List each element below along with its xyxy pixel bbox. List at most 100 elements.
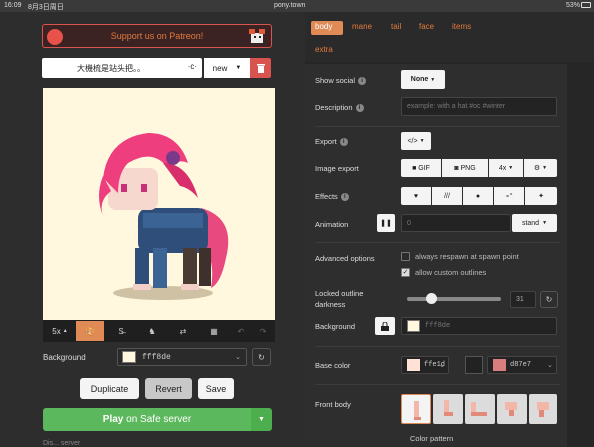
info-icon[interactable]: i [339,138,348,147]
info-icon[interactable]: i [340,193,349,202]
outline-color-input[interactable]: d87e7 ⌄ [487,356,557,374]
effect-drop-button[interactable]: ● [463,187,493,205]
export-button[interactable]: </> ▼ [401,132,431,150]
settings-background-value: fff8de [425,322,451,330]
character-name-input[interactable]: 大機梳是站头把。。 ·c· [42,58,202,78]
outline-darkness-label: Locked outline darkness [315,289,364,309]
more-options-icon[interactable]: ·c· [188,62,197,71]
delete-button[interactable] [250,58,271,78]
reset-outline-button[interactable]: ↻ [540,291,558,308]
chevron-down-icon: ▼ [542,165,548,171]
animation-frame-input[interactable]: 0 [401,214,511,232]
grid-icon: ▦ [210,326,218,336]
strikethrough-button[interactable]: S̶ [107,321,135,341]
gif-export-button[interactable]: ■ GIF [401,159,441,177]
zoom-select[interactable]: 5x ▲ [47,323,73,339]
png-export-button[interactable]: ◙ PNG [442,159,488,177]
info-icon[interactable]: i [358,77,367,86]
lock-button[interactable] [375,317,395,335]
revert-button[interactable]: Revert [145,378,192,399]
export-settings-button[interactable]: ⚙ ▼ [524,159,557,177]
status-date: 8月3日周日 [28,4,64,11]
bubbles-icon: ∘° [505,193,513,200]
custom-outlines-label: allow custom outlines [415,268,487,277]
code-icon: </> [407,137,418,145]
status-bar: 16:09 8月3日周日 pony.town 53% [0,0,594,12]
tab-face[interactable]: face [419,22,434,31]
background-color-input[interactable]: fff8de ⌄ [117,348,247,366]
tab-extra[interactable]: extra [315,45,333,54]
front-body-option-1[interactable] [401,394,431,424]
divider [315,242,560,243]
show-social-select[interactable]: None ▼ [401,70,445,89]
animation-label: Animation [315,220,349,229]
base-color-swatch [407,359,420,371]
sparkle-icon: ✦ [538,193,544,200]
chevron-down-icon: ▼ [430,76,436,83]
swap-button[interactable]: ⇄ [169,321,197,341]
description-text: Description [315,103,353,112]
tab-items[interactable]: items [452,22,471,31]
outline-value-input[interactable]: 31 [510,291,536,308]
front-body-option-2[interactable] [433,394,463,424]
horse-head-icon: ♞ [148,326,156,336]
outline-slider-thumb[interactable] [425,293,437,304]
effect-rain-button[interactable]: /// [432,187,462,205]
outline-color-swatch [493,359,506,371]
pony-sprite [99,133,229,300]
info-icon[interactable]: i [355,104,364,113]
palette-button[interactable]: 🎨 [76,321,104,341]
export-scale-select[interactable]: 4x ▼ [489,159,523,177]
horse-head-button[interactable]: ♞ [138,321,166,341]
show-social-text: Show social [315,76,356,85]
rain-icon: /// [444,192,450,200]
front-body-label: Front body [315,400,351,409]
description-input[interactable]: example: with a hat #oc #winter [401,97,557,116]
preset-select[interactable]: new ▼ [204,58,250,78]
reset-background-button[interactable]: ↻ [252,348,271,366]
pause-button[interactable]: ❚❚ [377,214,395,232]
pony-preview-canvas[interactable] [43,88,275,320]
chevron-down-icon: ▼ [258,416,265,423]
outline-color-value: d87e7 [510,361,532,369]
play-button[interactable]: Play on Safe server [43,408,251,431]
undo-button[interactable]: ↶ [231,321,251,341]
play-prefix: Play [102,414,124,425]
base-color-label: Base color [315,361,351,370]
status-url[interactable]: pony.town [274,2,305,9]
front-body-option-5[interactable] [529,394,557,424]
export-text: Export [315,137,337,146]
outline-link-toggle[interactable] [465,356,483,374]
effect-heart-button[interactable]: ♥ [401,187,431,205]
effect-sparkle-button[interactable]: ✦ [525,187,557,205]
tab-mane[interactable]: mane [352,22,372,31]
save-button[interactable]: Save [198,378,234,399]
redo-button[interactable]: ↷ [253,321,273,341]
settings-background-input[interactable]: fff8de [401,317,557,335]
palette-icon: 🎨 [85,326,95,336]
export-label: Export i [315,137,348,147]
editor-left-panel: Support us on Patreon! 大機梳是站头把。。 ·c· new… [0,12,305,447]
outline-slider-track[interactable] [407,297,501,301]
background-swatch [122,351,136,363]
settings-background-label: Background [315,322,356,331]
battery-icon [581,2,591,8]
grid-button[interactable]: ▦ [200,321,228,341]
chevron-down-icon: ⌄ [547,362,553,369]
base-color-input[interactable]: ffe1d ⌄ [401,356,449,374]
image-export-label: Image export [315,164,359,173]
server-select-button[interactable]: ▼ [251,408,272,431]
animation-select[interactable]: stand ▼ [512,214,557,232]
gear-icon: ⚙ [533,165,541,172]
patreon-banner[interactable]: Support us on Patreon! [42,24,272,48]
duplicate-button[interactable]: Duplicate [80,378,139,399]
front-body-option-3[interactable] [465,394,495,424]
tab-tail[interactable]: tail [391,22,401,31]
custom-outlines-checkbox[interactable]: ✓ [401,268,410,277]
respawn-label: always respawn at spawn point [415,252,519,261]
effect-bubbles-button[interactable]: ∘° [494,187,524,205]
tab-body[interactable]: body [315,22,332,31]
respawn-checkbox[interactable] [401,252,410,261]
front-body-option-4[interactable] [497,394,527,424]
chevron-down-icon: ⌄ [235,353,241,362]
